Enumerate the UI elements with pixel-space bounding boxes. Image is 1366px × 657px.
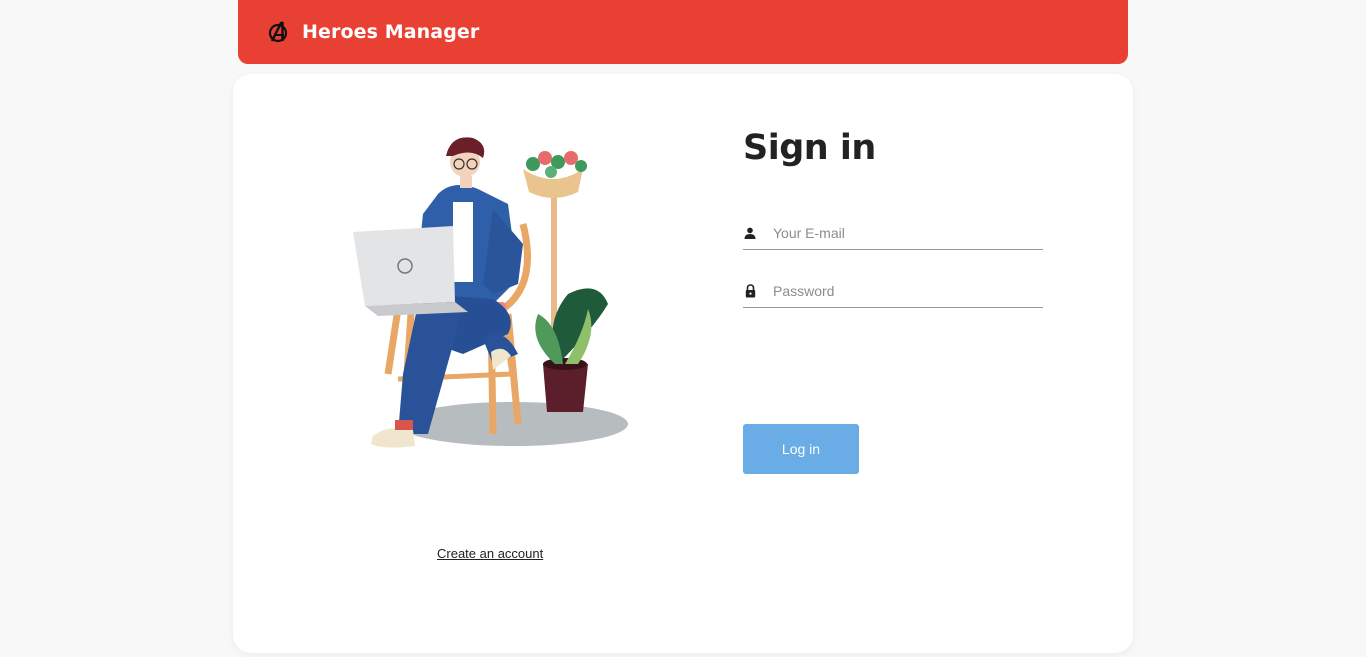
page-title: Sign in [743,128,876,168]
brand-title[interactable]: Heroes Manager [302,21,479,43]
login-button[interactable]: Log in [743,424,859,474]
password-field [743,274,1043,308]
email-field [743,216,1043,250]
create-account-link[interactable]: Create an account [437,546,543,561]
avengers-logo-icon [267,21,289,43]
person-icon [743,226,757,240]
login-card: Create an account Sign in Log in [233,74,1133,653]
lock-icon [743,283,757,298]
email-input[interactable] [773,224,1033,241]
password-input[interactable] [773,282,1033,299]
man-with-laptop-illustration [343,134,643,484]
app-header: Heroes Manager [238,0,1128,64]
